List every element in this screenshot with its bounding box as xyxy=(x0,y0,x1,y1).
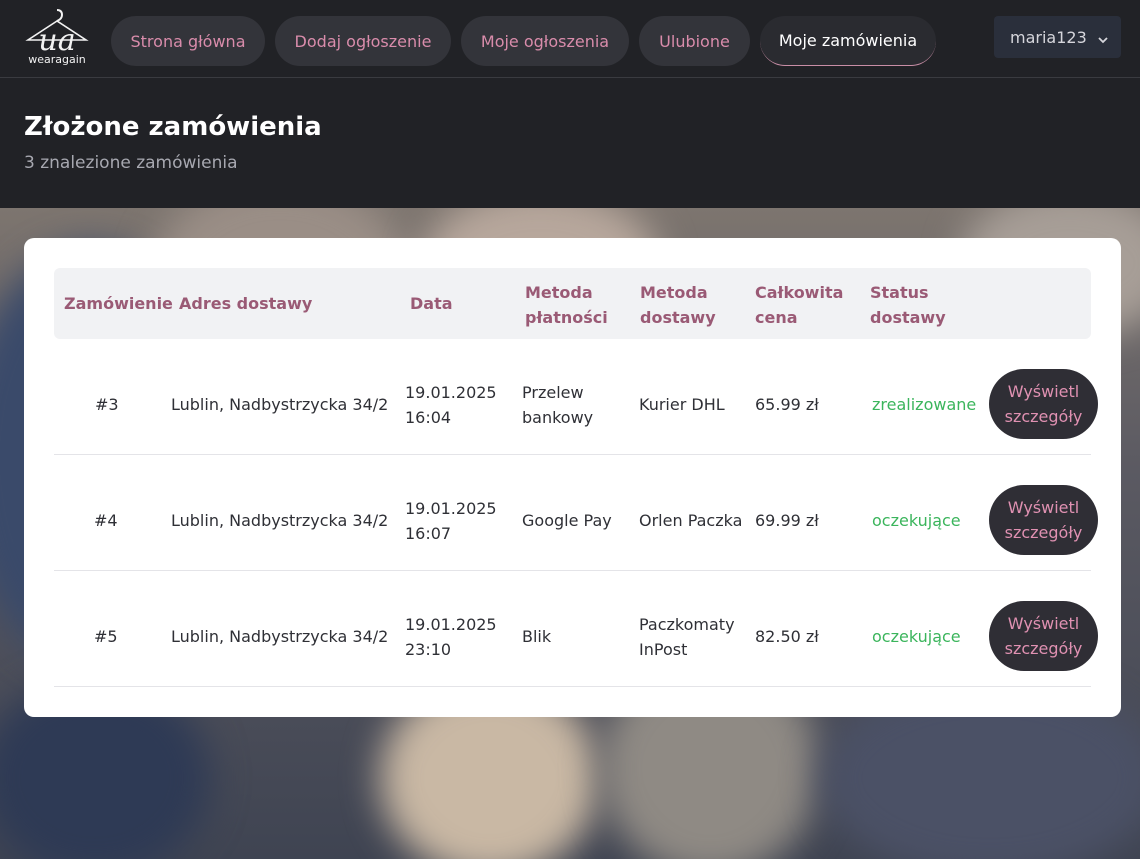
view-details-button[interactable]: Wyświetl szczegóły xyxy=(989,485,1098,555)
order-time: 16:07 xyxy=(405,524,452,543)
col-date: Data xyxy=(410,294,453,313)
col-price: Całkowita cena xyxy=(755,283,844,327)
wearagain-logo[interactable]: ua wearagain xyxy=(22,6,92,70)
table-header: Zamówienie Adres dostawy Data Metoda pła… xyxy=(54,268,1091,339)
payment-method: Przelew xyxy=(522,383,584,402)
total-price: 65.99 zł xyxy=(755,395,819,414)
orders-card: Zamówienie Adres dostawy Data Metoda pła… xyxy=(24,238,1121,717)
page-title: Złożone zamówienia xyxy=(24,112,322,142)
payment-method: Google Pay xyxy=(522,511,612,530)
delivery-address: Lublin, Nadbystrzycka 34/2 xyxy=(171,627,389,646)
col-address: Adres dostawy xyxy=(179,294,313,313)
order-id: #4 xyxy=(94,511,118,530)
delivery-method: Orlen Paczka xyxy=(639,511,743,530)
svg-text:ua: ua xyxy=(38,23,75,56)
order-date: 19.01.2025 xyxy=(405,615,497,634)
col-status: Status dostawy xyxy=(870,283,946,327)
user-menu-dropdown[interactable]: maria123 xyxy=(994,16,1121,58)
nav-home[interactable]: Strona główna xyxy=(111,16,265,66)
table-row: #5 Lublin, Nadbystrzycka 34/2 19.01.2025… xyxy=(54,571,1098,687)
order-date: 19.01.2025 xyxy=(405,383,497,402)
status-badge: oczekujące xyxy=(872,511,961,530)
col-delivery: Metoda dostawy xyxy=(640,283,716,327)
nav-my-listings[interactable]: Moje ogłoszenia xyxy=(461,16,629,66)
table-row: #4 Lublin, Nadbystrzycka 34/2 19.01.2025… xyxy=(54,455,1098,571)
orders-count: 3 znalezione zamówienia xyxy=(24,153,238,173)
order-date: 19.01.2025 xyxy=(405,499,497,518)
username: maria123 xyxy=(1010,27,1087,47)
nav-my-orders[interactable]: Moje zamówienia xyxy=(760,16,936,66)
view-details-button[interactable]: Wyświetl szczegóły xyxy=(989,601,1098,671)
delivery-method: Kurier DHL xyxy=(639,395,725,414)
delivery-method-line2: InPost xyxy=(639,640,688,659)
logo-text: wearagain xyxy=(28,53,86,66)
order-time: 16:04 xyxy=(405,408,452,427)
total-price: 82.50 zł xyxy=(755,627,819,646)
nav-favorites[interactable]: Ulubione xyxy=(639,16,750,66)
payment-method: Blik xyxy=(522,627,552,646)
top-navbar: ua wearagain Strona główna Dodaj ogłosze… xyxy=(0,0,1140,78)
total-price: 69.99 zł xyxy=(755,511,819,530)
view-details-button[interactable]: Wyświetl szczegóły xyxy=(989,369,1098,439)
order-id: #3 xyxy=(95,395,119,414)
nav-add-listing[interactable]: Dodaj ogłoszenie xyxy=(275,16,451,66)
delivery-address: Lublin, Nadbystrzycka 34/2 xyxy=(171,395,389,414)
col-payment: Metoda płatności xyxy=(525,283,608,327)
chevron-down-icon xyxy=(1097,31,1109,44)
status-badge: zrealizowane xyxy=(872,395,977,414)
order-time: 23:10 xyxy=(405,640,452,659)
hanger-logo-icon: ua xyxy=(25,9,89,56)
payment-method-line2: bankowy xyxy=(522,408,594,427)
delivery-address: Lublin, Nadbystrzycka 34/2 xyxy=(171,511,389,530)
table-row: #3 Lublin, Nadbystrzycka 34/2 19.01.2025… xyxy=(54,339,1098,455)
col-order: Zamówienie xyxy=(64,294,173,313)
order-id: #5 xyxy=(94,627,118,646)
delivery-method: Paczkomaty xyxy=(639,615,735,634)
status-badge: oczekujące xyxy=(872,627,961,646)
